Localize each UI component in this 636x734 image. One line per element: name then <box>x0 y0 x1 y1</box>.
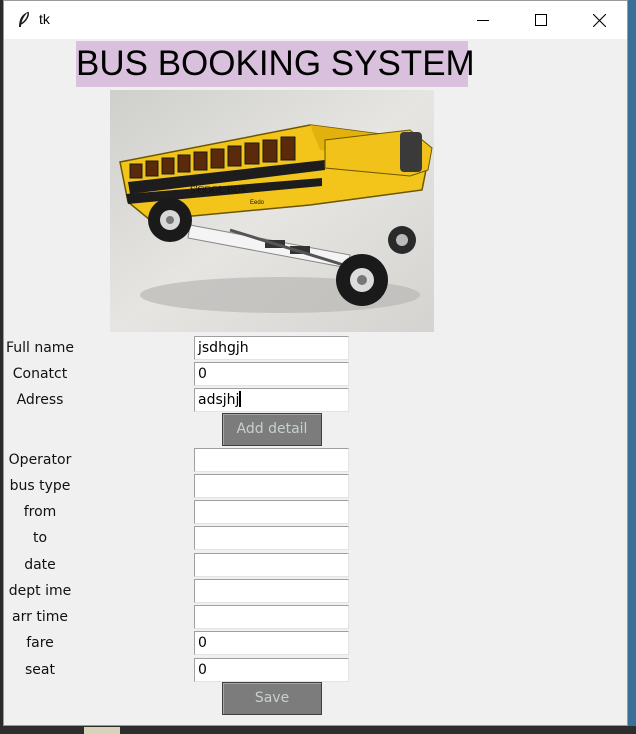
operator-label: Operator <box>8 452 72 468</box>
save-button[interactable]: Save <box>222 682 322 715</box>
arr-time-label: arr time <box>12 609 68 625</box>
close-icon <box>592 13 606 27</box>
minimize-icon <box>477 20 489 21</box>
contact-label: Conatct <box>12 366 68 382</box>
from-field[interactable] <box>194 500 349 524</box>
bus-type-label: bus type <box>9 478 71 494</box>
to-label: to <box>32 530 48 546</box>
full-name-label: Full name <box>5 340 75 356</box>
app-heading: BUS BOOKING SYSTEM <box>76 41 475 87</box>
seat-label: seat <box>25 662 55 678</box>
maximize-button[interactable] <box>512 1 570 39</box>
app-window: tk BUS BOOKING SYSTEM S'COOL BUS Eedo Fu… <box>3 0 628 726</box>
bus-photo: S'COOL BUS Eedo <box>110 90 434 332</box>
close-button[interactable] <box>570 1 628 39</box>
text-caret <box>239 391 242 407</box>
add-detail-button[interactable]: Add detail <box>222 413 322 446</box>
seat-field[interactable]: 0 <box>194 658 349 682</box>
arr-time-field[interactable] <box>194 605 349 629</box>
window-title: tk <box>39 11 50 27</box>
date-label: date <box>24 557 56 573</box>
bus-type-field[interactable] <box>194 474 349 498</box>
contact-field[interactable]: 0 <box>194 362 349 386</box>
taskbar-item <box>84 727 120 734</box>
fare-field[interactable]: 0 <box>194 631 349 655</box>
operator-field[interactable] <box>194 448 349 472</box>
to-field[interactable] <box>194 526 349 550</box>
bus-caption: S'COOL BUS <box>190 185 246 196</box>
dept-time-label: dept ime <box>8 583 72 599</box>
address-value: adsjhj <box>198 392 240 408</box>
dept-time-field[interactable] <box>194 579 349 603</box>
title-bar[interactable]: tk <box>4 1 627 39</box>
maximize-icon <box>535 14 547 26</box>
minimize-button[interactable] <box>454 1 512 39</box>
feather-icon <box>16 11 32 29</box>
address-label: Adress <box>16 392 64 408</box>
window-content: BUS BOOKING SYSTEM S'COOL BUS Eedo Full … <box>4 39 627 725</box>
fare-label: fare <box>26 635 54 651</box>
from-label: from <box>23 504 57 520</box>
full-name-field[interactable]: jsdhgjh <box>194 336 349 360</box>
address-field[interactable]: adsjhj <box>194 388 349 412</box>
bus-brand: Eedo <box>250 200 265 206</box>
date-field[interactable] <box>194 553 349 577</box>
